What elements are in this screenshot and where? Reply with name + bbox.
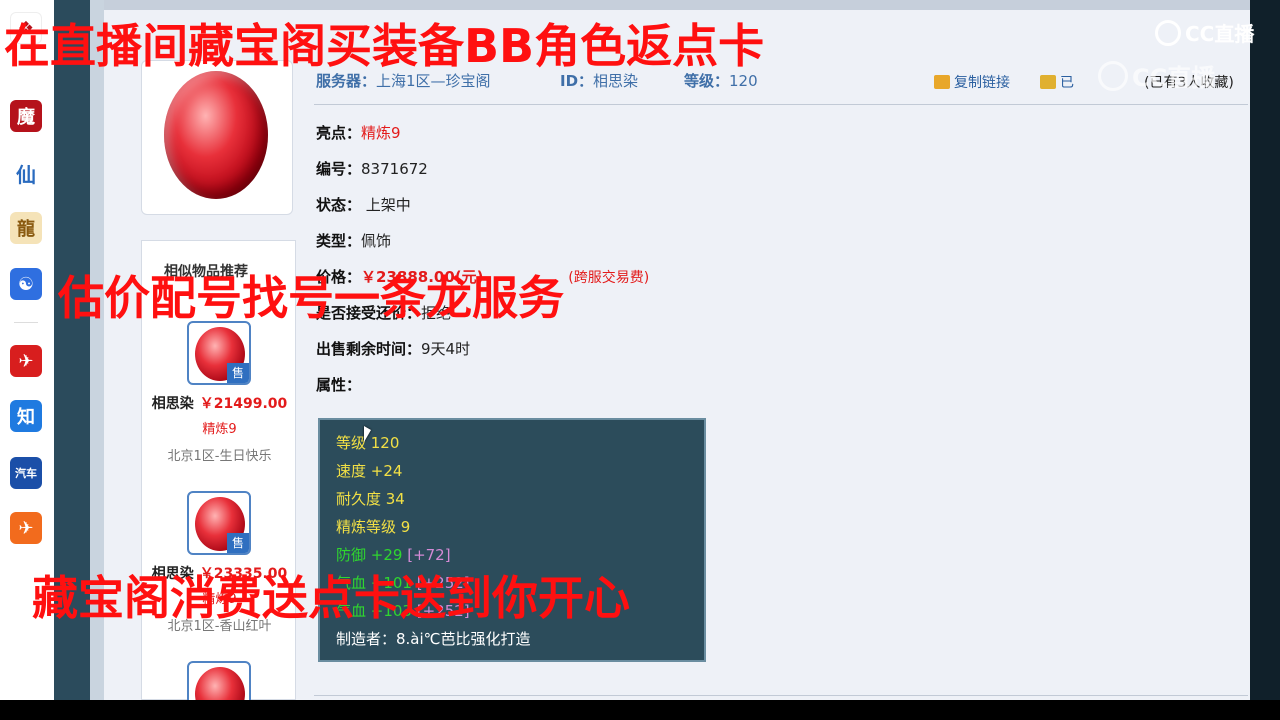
window-frame-right	[1250, 0, 1280, 700]
copy-link-label: 复制链接	[954, 75, 1010, 91]
zhihu-icon[interactable]: 知	[10, 400, 42, 432]
header-divider	[314, 104, 1248, 105]
recommend-item-server: 北京1区-生日快乐	[167, 449, 272, 464]
item-image-box	[141, 60, 293, 215]
long-icon-glyph: 龍	[17, 219, 35, 240]
status-field: 状态： 上架中	[316, 194, 411, 215]
time-left-label: 出售剩余时间：	[316, 340, 422, 358]
recommend-item-thumb[interactable]: 售	[187, 321, 251, 385]
orange-app-icon[interactable]: ✈	[10, 512, 42, 544]
recommend-item-name[interactable]: 相思染 ￥21499.00	[142, 393, 297, 413]
attr-speed: 速度 +24	[336, 462, 403, 480]
bottom-banner-caption: 藏宝阁消费送点卡送到你开心	[32, 571, 630, 625]
highlight-value: 精炼9	[361, 124, 401, 142]
baidu-icon-glyph: ☯	[17, 273, 35, 295]
top-banner-caption: 在直播间藏宝阁买装备BB角色返点卡	[4, 19, 765, 73]
attributes-heading: 属性：	[316, 374, 361, 395]
highlight-field: 亮点：精炼9	[316, 122, 401, 143]
cc-logo-icon	[1155, 19, 1181, 46]
type-label: 类型：	[316, 232, 362, 250]
cc-watermark-icon	[1098, 60, 1128, 91]
status-label: 状态：	[316, 196, 362, 214]
recommend-item-title: 相思染	[151, 396, 194, 412]
jade-pendant-image	[164, 71, 268, 199]
attr-maker: 制造者：8.ài℃芭比强化打造	[336, 630, 531, 648]
favorite-button[interactable]: 已	[1040, 72, 1074, 92]
sell-badge: 售	[227, 533, 249, 553]
type-value: 佩饰	[361, 232, 392, 250]
copy-link-button[interactable]: 复制链接	[934, 72, 1010, 92]
highlight-label: 亮点：	[316, 124, 362, 142]
page-top-band	[104, 0, 1250, 10]
number-value: 8371672	[361, 160, 428, 178]
cc-live-logo: CC直播	[1155, 18, 1254, 47]
attr-durability: 耐久度 34	[336, 490, 405, 508]
long-icon[interactable]: 龍	[10, 212, 42, 244]
favorite-label: 已	[1060, 75, 1074, 91]
type-field: 类型：佩饰	[316, 230, 391, 251]
bottom-divider	[314, 695, 1248, 696]
cc-watermark-text: CC直播	[1132, 64, 1216, 92]
game-icon-glyph: 魔	[17, 107, 35, 128]
car-icon-glyph: 汽车	[15, 467, 37, 480]
red-app-icon-glyph: ✈	[18, 350, 34, 372]
attr-refine: 精炼等级 9	[336, 518, 411, 536]
taskbar-separator	[14, 322, 38, 323]
copy-icon	[934, 75, 950, 89]
recommend-item-price: ￥21499.00	[199, 396, 288, 412]
number-field: 编号：8371672	[316, 158, 428, 179]
status-value: 上架中	[365, 196, 411, 214]
mid-banner-caption: 估价配号找号一条龙服务	[58, 271, 564, 325]
orange-app-icon-glyph: ✈	[18, 517, 34, 539]
xian-icon-glyph: 仙	[16, 162, 36, 187]
time-left-field: 出售剩余时间：9天4时	[316, 338, 470, 359]
xian-icon[interactable]: 仙	[10, 157, 42, 189]
recommend-item-tag: 精炼9	[202, 422, 237, 437]
cc-logo-text: CC直播	[1185, 22, 1255, 46]
cc-watermark: CC直播	[1098, 58, 1215, 93]
baidu-icon[interactable]: ☯	[10, 268, 42, 300]
screen: ❖ 魔 仙 龍 ☯ ✈ 知 汽车 ✈ 相似物品推荐 售 相思染 ￥21499.00…	[0, 0, 1280, 720]
red-app-icon[interactable]: ✈	[10, 345, 42, 377]
car-icon[interactable]: 汽车	[10, 457, 42, 489]
number-label: 编号：	[316, 160, 362, 178]
sell-badge: 售	[227, 363, 249, 383]
fee-note: (跨服交易费)	[568, 270, 650, 286]
zhihu-icon-glyph: 知	[17, 407, 35, 428]
game-icon[interactable]: 魔	[10, 100, 42, 132]
mouse-cursor-icon	[364, 426, 371, 442]
favorite-icon	[1040, 75, 1056, 89]
recommend-item-thumb[interactable]: 售	[187, 491, 251, 555]
attributes-label: 属性：	[316, 376, 362, 394]
time-left-value: 9天4时	[421, 340, 471, 358]
bottom-black-bar	[0, 700, 1280, 720]
